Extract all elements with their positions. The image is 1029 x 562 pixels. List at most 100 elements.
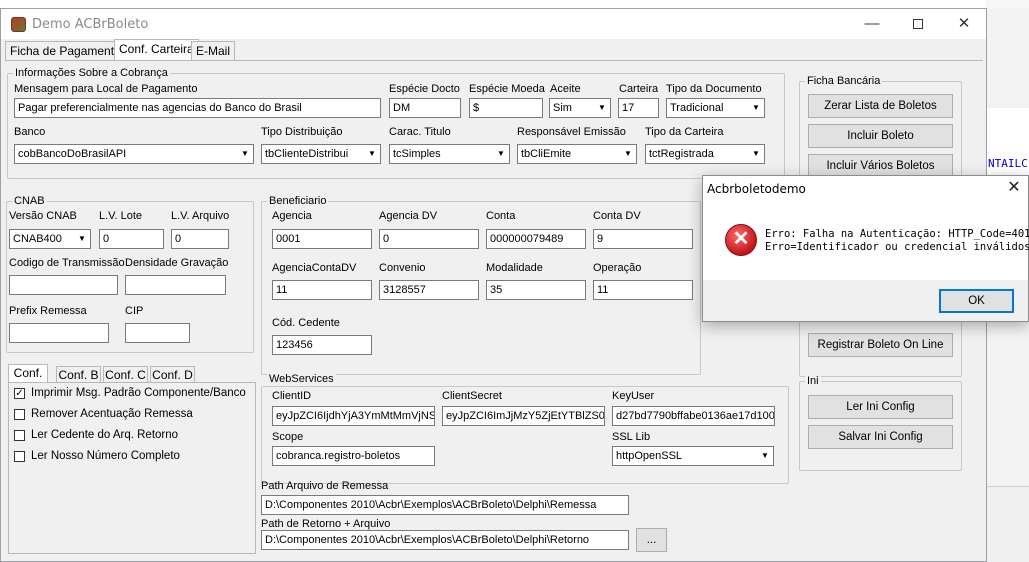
cod-cedente-label: Cód. Cedente: [272, 317, 340, 329]
banco-select[interactable]: cobBancoDoBrasilAPI ▼: [14, 144, 254, 164]
aceite-select[interactable]: Sim ▼: [549, 98, 611, 118]
carteira-label: Carteira: [619, 83, 659, 95]
close-icon: ✕: [1007, 179, 1021, 196]
tab-ficha-pagamento[interactable]: Ficha de Pagamento: [5, 41, 126, 60]
cod-transmissao-label: Codigo de Transmissão: [9, 257, 125, 269]
densidade-input[interactable]: [125, 275, 226, 295]
aceite-value: Sim: [553, 102, 572, 114]
incluir-boleto-button[interactable]: Incluir Boleto: [808, 124, 953, 148]
path-retorno-input[interactable]: D:\Componentes 2010\Acbr\Exemplos\ACBrBo…: [261, 530, 629, 550]
ssl-lib-select[interactable]: httpOpenSSL ▼: [612, 446, 774, 466]
conta-input[interactable]: 000000079489: [486, 229, 586, 249]
check-remover-acentuacao[interactable]: [14, 409, 25, 420]
especie-docto-input[interactable]: DM: [389, 98, 461, 118]
especie-moeda-input[interactable]: $: [469, 98, 543, 118]
chevron-down-icon: ▼: [761, 451, 769, 460]
scope-label: Scope: [272, 431, 304, 443]
tab-conf-c[interactable]: Conf. C: [103, 366, 148, 382]
tipo-distribuicao-value: tbClienteDistribui: [265, 148, 349, 160]
minimize-icon: —: [864, 15, 880, 32]
convenio-input[interactable]: 3128557: [379, 280, 479, 300]
agencia-dv-input[interactable]: 0: [379, 229, 479, 249]
msg-label: Mensagem para Local de Pagamento: [14, 83, 198, 95]
tab-conf-carteira[interactable]: Conf. Carteira: [114, 39, 199, 61]
path-remessa-input[interactable]: D:\Componentes 2010\Acbr\Exemplos\ACBrBo…: [261, 495, 629, 515]
tab-conf-b[interactable]: Conf. B: [56, 366, 101, 382]
ide-top-strip: [986, 0, 1029, 8]
client-id-input[interactable]: eyJpZCI6IjdhYjA3YmMtMmVjNS0: [272, 406, 435, 426]
cnab-group-title: CNAB: [12, 195, 47, 208]
incluir-varios-button[interactable]: Incluir Vários Boletos: [808, 154, 953, 176]
aceite-label: Aceite: [550, 83, 581, 95]
prefix-remessa-input[interactable]: [9, 323, 109, 343]
app-icon: [11, 17, 26, 32]
maximize-button[interactable]: [895, 9, 941, 39]
window-title: Demo ACBrBoleto: [32, 17, 149, 32]
cip-input[interactable]: [125, 323, 190, 343]
cod-transmissao-input[interactable]: [9, 275, 118, 295]
lv-lote-label: L.V. Lote: [99, 210, 143, 222]
client-secret-input[interactable]: eyJpZCI6ImJjMzY5ZjEtYTBlZS00: [442, 406, 605, 426]
chevron-down-icon: ▼: [752, 103, 760, 112]
key-user-input[interactable]: d27bd7790bffabe0136ae17d100!: [612, 406, 775, 426]
ssl-lib-value: httpOpenSSL: [616, 450, 683, 462]
close-button[interactable]: ✕: [941, 9, 986, 39]
registrar-online-button[interactable]: Registrar Boleto On Line: [808, 333, 953, 357]
tipo-distribuicao-select[interactable]: tbClienteDistribui ▼: [261, 144, 381, 164]
tab-divider: [5, 60, 983, 61]
check-ler-cedente[interactable]: [14, 430, 25, 441]
modalidade-label: Modalidade: [486, 262, 543, 274]
banco-label: Banco: [14, 126, 46, 138]
title-bar[interactable]: Demo ACBrBoleto — ✕: [1, 9, 986, 39]
agencia-dv-label: Agencia DV: [379, 210, 438, 222]
check-ler-nosso-numero[interactable]: [14, 451, 25, 462]
agencia-label: Agencia: [272, 210, 312, 222]
check-imprimir-msg[interactable]: ✓: [14, 388, 25, 399]
cod-cedente-input[interactable]: 123456: [272, 335, 372, 355]
chevron-down-icon: ▼: [368, 149, 376, 158]
versao-cnab-select[interactable]: CNAB400 ▼: [9, 229, 91, 249]
ok-button[interactable]: OK: [939, 289, 1014, 313]
salvar-ini-button[interactable]: Salvar Ini Config: [808, 425, 953, 449]
ide-bottom-panel: [986, 486, 1029, 562]
ler-ini-button[interactable]: Ler Ini Config: [808, 395, 953, 419]
carteira-input[interactable]: 17: [618, 98, 659, 118]
tipo-carteira-select[interactable]: tctRegistrada ▼: [645, 144, 765, 164]
chevron-down-icon: ▼: [752, 149, 760, 158]
ficha-bancaria-title: Ficha Bancária: [805, 75, 883, 88]
carac-titulo-select[interactable]: tcSimples ▼: [389, 144, 510, 164]
agencia-conta-dv-input[interactable]: 11: [272, 280, 372, 300]
operacao-input[interactable]: 11: [593, 280, 693, 300]
browse-retorno-button[interactable]: ...: [636, 528, 667, 552]
chevron-down-icon: ▼: [78, 234, 86, 243]
responsavel-emissao-select[interactable]: tbCliEmite ▼: [517, 144, 637, 164]
tab-conf-d[interactable]: Conf. D: [150, 366, 195, 382]
error-icon: ✕: [725, 224, 757, 256]
versao-cnab-label: Versão CNAB: [9, 210, 77, 222]
msg-input[interactable]: Pagar preferencialmente nas agencias do …: [14, 98, 381, 118]
responsavel-emissao-label: Responsável Emissão: [517, 126, 626, 138]
lv-lote-input[interactable]: 0: [99, 229, 164, 249]
chevron-down-icon: ▼: [497, 149, 505, 158]
minimize-button[interactable]: —: [849, 9, 895, 39]
scope-input[interactable]: cobranca.registro-boletos: [272, 446, 435, 466]
zerar-lista-button[interactable]: Zerar Lista de Boletos: [808, 94, 953, 118]
carac-titulo-label: Carac. Titulo: [389, 126, 451, 138]
tab-conf-a[interactable]: Conf. A: [8, 364, 48, 397]
dialog-close-button[interactable]: ✕: [1000, 176, 1028, 202]
modalidade-input[interactable]: 35: [486, 280, 586, 300]
especie-moeda-label: Espécie Moeda: [469, 83, 545, 95]
tab-email[interactable]: E-Mail: [191, 41, 236, 60]
key-user-label: KeyUser: [612, 390, 655, 402]
webservices-group-title: WebServices: [267, 373, 336, 386]
dialog-title: Acbrboletodemo: [707, 182, 806, 196]
lv-arquivo-input[interactable]: 0: [171, 229, 229, 249]
agencia-input[interactable]: 0001: [272, 229, 372, 249]
tipo-documento-select[interactable]: Tradicional ▼: [666, 98, 765, 118]
conta-dv-input[interactable]: 9: [593, 229, 693, 249]
especie-docto-label: Espécie Docto: [389, 83, 460, 95]
lv-arquivo-label: L.V. Arquivo: [171, 210, 230, 222]
error-dialog: Acbrboletodemo ✕ ✕ Erro: Falha na Autent…: [702, 175, 1029, 322]
versao-cnab-value: CNAB400: [13, 233, 62, 245]
check-ler-nosso-numero-label: Ler Nosso Número Completo: [31, 450, 180, 462]
